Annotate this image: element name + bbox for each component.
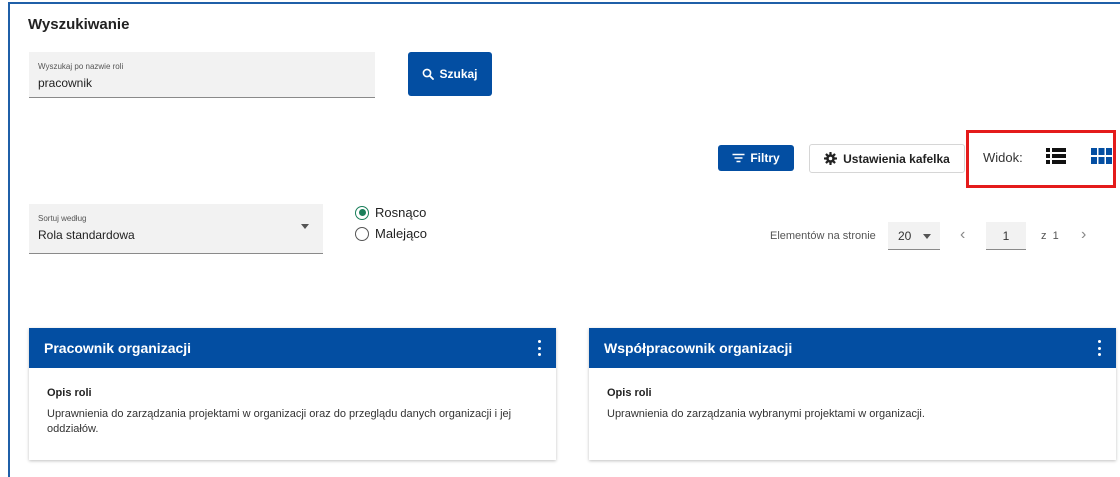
search-field-value[interactable]: pracownik [38,76,92,90]
radio-ascending-label: Rosnąco [375,205,427,220]
role-search-input[interactable]: Wyszukaj po nazwie roli pracownik [29,52,375,98]
chevron-right-icon[interactable]: › [1081,226,1086,244]
list-view-icon[interactable] [1046,147,1066,165]
filter-button[interactable]: Filtry [718,145,794,171]
grid-view-icon[interactable] [1091,147,1112,165]
chevron-down-icon [301,224,309,229]
card-description: Uprawnienia do zarządzania wybranymi pro… [607,408,925,420]
more-options-icon[interactable] [538,340,542,356]
search-button[interactable]: Szukaj [408,52,492,96]
chevron-left-icon[interactable]: ‹ [960,226,965,244]
page-number-input[interactable]: 1 [986,222,1026,250]
card-subtitle: Opis roli [607,387,652,399]
total-pages: 1 [1052,230,1059,242]
page-of-label: z [1041,230,1047,242]
radio-descending[interactable] [355,226,369,241]
filter-icon [732,153,745,163]
sort-descending-option[interactable]: Malejąco [355,226,427,241]
radio-descending-label: Malejąco [375,226,428,241]
card-header: Współpracownik organizacji [589,328,1116,368]
card-title: Pracownik organizacji [44,340,192,356]
page-count: z 1 [1041,230,1059,242]
search-field-label: Wyszukaj po nazwie roli [38,62,124,71]
role-card: Pracownik organizacji Opis roli Uprawnie… [29,328,556,460]
card-subtitle: Opis roli [47,387,92,399]
sort-select[interactable]: Sortuj według Rola standardowa [29,204,323,254]
view-label: Widok: [983,150,1023,165]
sort-field-label: Sortuj według [38,214,87,223]
card-title: Współpracownik organizacji [604,340,793,356]
card-body: Opis roli Uprawnienia do zarządzania pro… [29,368,556,437]
radio-ascending[interactable] [355,205,369,220]
sort-ascending-option[interactable]: Rosnąco [355,205,426,220]
tile-settings-label: Ustawienia kafelka [843,151,950,166]
search-icon [423,68,435,80]
tile-settings-button[interactable]: Ustawienia kafelka [809,144,965,173]
per-page-label: Elementów na stronie [770,230,876,242]
role-card: Współpracownik organizacji Opis roli Upr… [589,328,1116,460]
per-page-value: 20 [898,229,912,243]
card-description: Uprawnienia do zarządzania projektami w … [47,408,512,435]
search-button-label: Szukaj [439,67,478,81]
chevron-down-icon [923,234,931,239]
card-header: Pracownik organizacji [29,328,556,368]
page-title: Wyszukiwanie [28,16,130,33]
sort-field-value: Rola standardowa [38,228,135,242]
per-page-select[interactable]: 20 [888,222,940,250]
card-body: Opis roli Uprawnienia do zarządzania wyb… [589,368,1116,422]
filter-button-label: Filtry [750,151,780,165]
gear-icon [824,152,838,165]
more-options-icon[interactable] [1098,340,1102,356]
